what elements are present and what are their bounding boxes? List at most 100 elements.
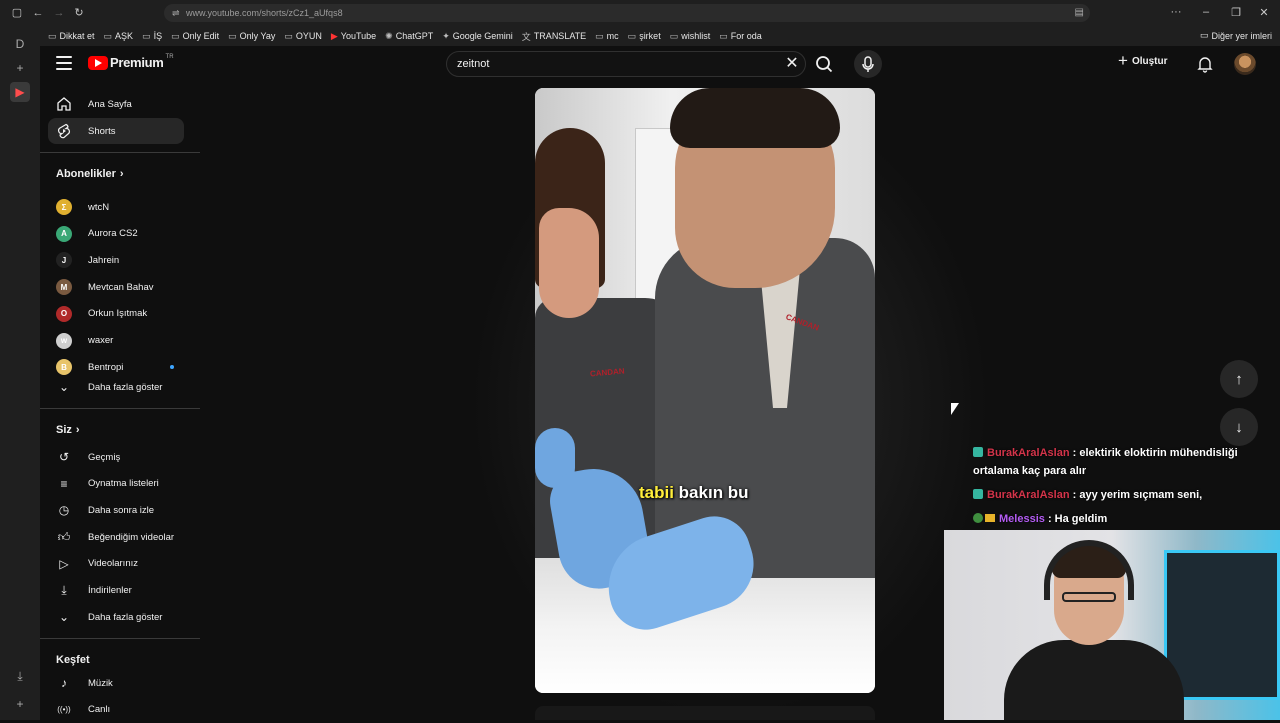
bookmark-label: Dikkat et [59,31,95,41]
folder-icon: ▭ [627,30,637,41]
bookmark-item[interactable]: ✦ Google Gemini [442,31,513,42]
forward-icon[interactable]: → [52,6,66,20]
watch-later-icon: ◷ [58,503,70,518]
sidebar-item[interactable]: ⤓ İndirilenler [48,578,184,604]
translate-icon: 文 [521,31,531,42]
bookmark-label: ChatGPT [395,31,434,41]
minimize-icon[interactable]: – [1196,6,1216,18]
chat-username: BurakAralAslan [987,447,1070,459]
sidebar-item-label: Videolarınız [88,558,138,570]
restore-icon[interactable]: ❐ [1226,6,1246,19]
other-bookmarks[interactable]: ▭ Diğer yer imleri [1200,30,1272,41]
next-short-preview[interactable] [535,706,875,720]
bookmark-item[interactable]: ▭ mc [595,31,619,42]
browser-menu-icon[interactable]: ··· [1166,6,1186,18]
chat-badge-icon [973,489,983,499]
folder-icon: ▭ [595,30,604,41]
bookmark-item[interactable]: ▭ Only Edit [171,31,219,42]
logo-wordmark: Premium [110,55,164,70]
show-more-subscriptions[interactable]: ⌄ Daha fazla göster [48,374,184,400]
subscriptions-title: Abonelikler [56,168,116,180]
sidebar-item-home[interactable]: Ana Sayfa [48,91,184,117]
sidebar-divider [40,152,200,153]
create-button[interactable]: + Oluştur [1118,52,1168,69]
notifications-bell-icon[interactable] [1196,55,1214,73]
add-rail-icon[interactable]: + [10,694,30,714]
sidebar-toggle-icon[interactable]: ▢ [10,6,24,20]
thumbs-up-icon: 👍︎ [57,529,71,544]
search-input[interactable]: zeitnot [446,51,806,77]
subscription-channel[interactable]: J Jahrein [48,247,184,273]
voice-search-icon[interactable] [854,50,882,78]
clear-search-icon[interactable]: ✕ [780,52,804,76]
sidebar-item[interactable]: ▷ Videolarınız [48,551,184,577]
site-info-icon[interactable]: ⇌ [172,4,180,22]
downloads-rail-icon[interactable]: ⤓ [10,666,30,686]
close-window-icon[interactable]: ✕ [1254,6,1274,19]
channel-avatar: B [56,359,72,376]
bookmark-label: YouTube [340,31,377,41]
back-icon[interactable]: ← [31,6,45,20]
previous-short-button[interactable]: ↑ [1220,360,1258,398]
bookmark-label: AŞK [115,31,134,41]
bookmark-item[interactable]: ▭ Only Yay [228,31,275,42]
explore-header: Keşfet [56,654,90,666]
new-tab-icon[interactable]: + [10,58,30,78]
reader-mode-icon[interactable]: ▤ [1075,4,1084,22]
search-icon[interactable] [810,52,838,76]
sidebar-item-label: Beğendiğim videolar [88,531,175,543]
address-bar[interactable]: ⇌ www.youtube.com/shorts/zCz1_aUfqs8 ▤ [164,4,1090,22]
sidebar-item-shorts[interactable]: Shorts [48,118,184,144]
channel-avatar: Σ [56,199,72,215]
chatgpt-icon: ✺ [385,30,393,41]
bookmark-item[interactable]: ▶ YouTube [331,31,376,42]
youtube-premium-logo[interactable]: Premium TR [88,54,174,70]
chevron-down-icon: ⌄ [58,610,70,624]
next-short-button[interactable]: ↓ [1220,408,1258,446]
sidebar-item-label: Oynatma listeleri [88,478,159,490]
channel-name: Orkun Işıtmak [88,308,148,320]
channel-avatar: J [56,252,72,269]
folder-icon: ▭ [142,30,151,41]
workspace-icon[interactable]: D [10,34,30,54]
account-avatar[interactable] [1234,53,1256,75]
caption-highlight: tabii [639,483,674,502]
bookmark-item[interactable]: 文 TRANSLATE [522,30,586,43]
menu-icon[interactable] [56,56,72,70]
bookmark-item[interactable]: ▭ İŞ [142,31,162,42]
show-more-you[interactable]: ⌄ Daha fazla göster [48,604,184,630]
channel-name: Aurora CS2 [88,228,138,240]
sidebar-divider [40,638,200,639]
sidebar-item[interactable]: ♪ Müzik [48,670,184,696]
sidebar-item[interactable]: ≡ Oynatma listeleri [48,471,184,497]
youtube-tab-icon[interactable]: ▶ [10,82,30,102]
your-videos-icon: ▷ [59,556,69,571]
subscription-channel[interactable]: M Mevtcan Bahav [48,274,184,300]
chevron-right-icon: › [119,168,124,180]
history-icon: ↺ [58,450,70,464]
channel-name: Jahrein [88,254,120,266]
subscription-channel[interactable]: w waxer [48,328,184,354]
sidebar-item-label: Shorts [88,125,116,137]
channel-avatar: A [56,225,72,242]
bookmark-item[interactable]: ▭ Dikkat et [48,31,95,42]
subscriptions-header[interactable]: Abonelikler › [56,168,124,180]
url-text: www.youtube.com/shorts/zCz1_aUfqs8 [186,8,343,18]
shorts-video-player[interactable]: CANDAN CANDAN tabii bakın bu [535,88,875,693]
reload-icon[interactable]: ↻ [72,6,86,20]
bookmark-item[interactable]: ▭ şirket [628,31,661,42]
you-header[interactable]: Siz › [56,424,80,436]
bookmark-item[interactable]: ▭ OYUN [284,31,322,42]
sidebar-item[interactable]: ↺ Geçmiş [48,444,184,470]
subscription-channel[interactable]: O Orkun Işıtmak [48,301,184,327]
sidebar-item[interactable]: 👍︎ Beğendiğim videolar [48,524,184,550]
bookmark-item[interactable]: ▭ wishlist [670,31,711,42]
bookmark-item[interactable]: ▭ For oda [719,31,762,42]
subscription-channel[interactable]: ΣwtcN [48,194,184,220]
bookmark-item[interactable]: ✺ ChatGPT [385,31,433,42]
explore-title: Keşfet [56,654,90,666]
subscription-channel[interactable]: A Aurora CS2 [48,221,184,247]
sidebar-item[interactable]: ((•)) Canlı [48,697,184,723]
sidebar-item[interactable]: ◷ Daha sonra izle [48,497,184,523]
bookmark-item[interactable]: ▭ AŞK [104,31,134,42]
